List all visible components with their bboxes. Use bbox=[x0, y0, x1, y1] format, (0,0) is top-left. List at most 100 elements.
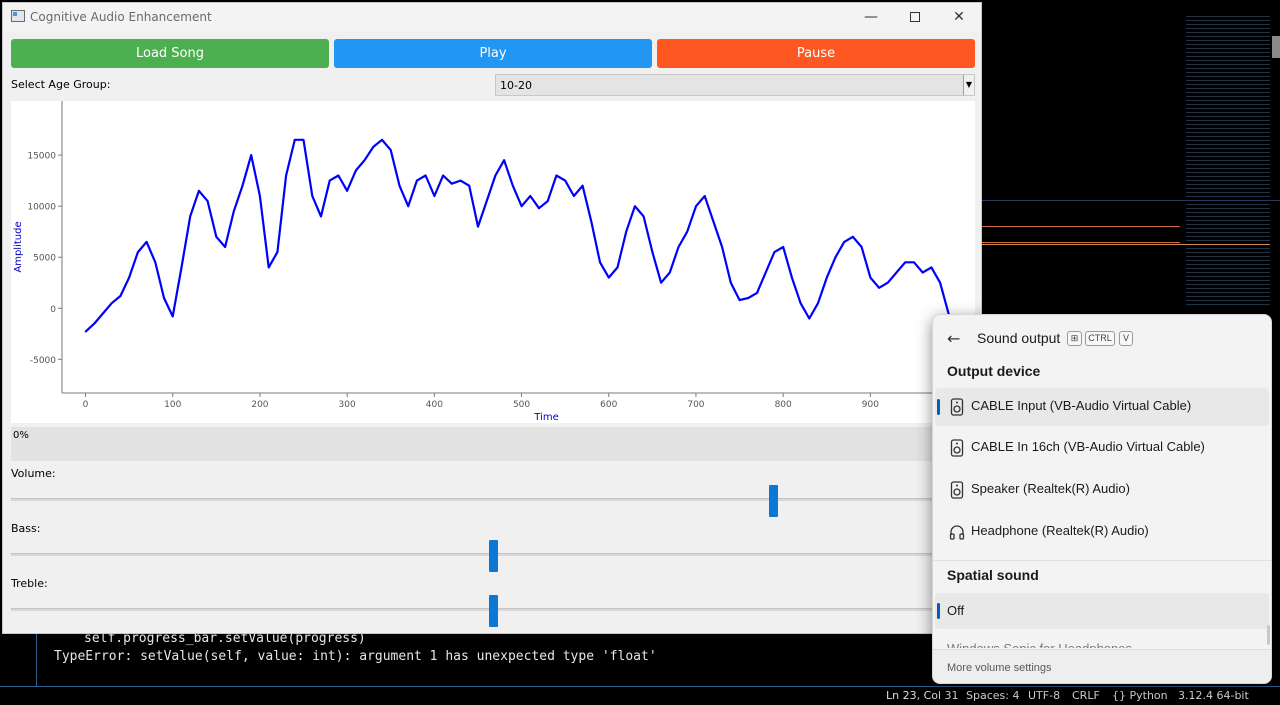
waveform-point bbox=[224, 246, 226, 248]
app-window: Cognitive Audio Enhancement — ✕ Load Son… bbox=[2, 2, 982, 634]
spatial-sound-partial-item[interactable]: Windows Sonic for Headphones bbox=[947, 641, 1132, 648]
app-icon bbox=[11, 10, 25, 22]
waveform-point bbox=[634, 205, 636, 207]
waveform-point bbox=[712, 220, 715, 223]
waveform-point bbox=[703, 195, 706, 197]
waveform-point bbox=[407, 205, 410, 207]
waveform-point bbox=[137, 251, 139, 253]
y-tick-label: 10000 bbox=[27, 203, 56, 213]
waveform-point bbox=[93, 322, 96, 325]
waveform-point bbox=[171, 315, 174, 318]
status-interpreter[interactable]: 3.12.4 64-bit bbox=[1178, 689, 1249, 702]
waveform-point bbox=[834, 256, 837, 258]
waveform-point bbox=[808, 317, 811, 320]
status-language[interactable]: {} Python bbox=[1112, 689, 1168, 702]
chevron-down-icon[interactable]: ▼ bbox=[963, 75, 974, 95]
waveform-point bbox=[328, 179, 331, 182]
terminal-gutter-border bbox=[36, 634, 37, 686]
windows-key-icon: ⊞ bbox=[1067, 331, 1082, 346]
x-tick-label: 500 bbox=[513, 400, 530, 410]
waveform-point bbox=[433, 195, 436, 197]
y-tick-label: 5000 bbox=[33, 254, 56, 264]
device-item-headphone[interactable]: Headphone (Realtek(R) Audio) bbox=[935, 513, 1269, 551]
output-device-heading: Output device bbox=[947, 363, 1041, 379]
title-bar[interactable]: Cognitive Audio Enhancement — ✕ bbox=[3, 3, 981, 31]
device-item-speaker[interactable]: Speaker (Realtek(R) Audio) bbox=[935, 471, 1269, 509]
waveform-point bbox=[241, 184, 244, 187]
waveform-point bbox=[625, 230, 627, 233]
device-label: CABLE Input (VB-Audio Virtual Cable) bbox=[971, 398, 1192, 413]
speaker-icon bbox=[950, 439, 964, 457]
more-volume-settings-link[interactable]: More volume settings bbox=[947, 662, 1052, 674]
waveform-point bbox=[128, 276, 130, 279]
waveform-point bbox=[512, 184, 514, 187]
close-button[interactable]: ✕ bbox=[937, 5, 981, 29]
flyout-title: Sound output bbox=[977, 330, 1061, 346]
waveform-point bbox=[817, 302, 819, 304]
waveform-point bbox=[485, 200, 488, 202]
spatial-sound-off-label: Off bbox=[947, 603, 965, 618]
x-tick-label: 600 bbox=[600, 400, 617, 410]
treble-slider-handle[interactable] bbox=[489, 595, 498, 627]
waveform-point bbox=[686, 230, 688, 233]
status-cursor-position[interactable]: Ln 23, Col 31 bbox=[886, 689, 959, 702]
waveform-point bbox=[730, 281, 732, 284]
x-tick-label: 200 bbox=[251, 400, 268, 410]
waveform-point bbox=[738, 299, 741, 301]
status-encoding[interactable]: UTF-8 bbox=[1028, 689, 1060, 702]
waveform-point bbox=[163, 297, 165, 299]
pause-button[interactable]: Pause bbox=[657, 39, 975, 68]
y-axis-label: Amplitude bbox=[13, 221, 24, 272]
y-tick-label: 0 bbox=[50, 305, 56, 315]
waveform-point bbox=[285, 174, 287, 177]
waveform-chart: -5000 0 5000 10000 15000 0 100 200 300 400 500 600 7… bbox=[13, 101, 975, 423]
waveform-point bbox=[494, 174, 497, 177]
volume-slider-track[interactable] bbox=[11, 498, 975, 501]
waveform-point bbox=[267, 266, 270, 269]
load-song-button[interactable]: Load Song bbox=[11, 39, 329, 68]
waveform-point bbox=[669, 271, 671, 274]
ide-minimap bbox=[1186, 16, 1270, 306]
device-item-cable-16ch[interactable]: CABLE In 16ch (VB-Audio Virtual Cable) bbox=[935, 429, 1269, 467]
ide-ruler-line bbox=[982, 226, 1180, 227]
waveform-point bbox=[529, 195, 532, 197]
x-tick-label: 800 bbox=[775, 400, 792, 410]
minimize-button[interactable]: — bbox=[849, 5, 893, 29]
waveform-point bbox=[451, 182, 453, 185]
maximize-button[interactable] bbox=[893, 5, 937, 29]
waveform-point bbox=[852, 236, 854, 238]
waveform-point bbox=[878, 287, 880, 289]
bass-slider-handle[interactable] bbox=[489, 540, 498, 572]
waveform-point bbox=[860, 246, 863, 248]
waveform-point bbox=[311, 195, 314, 197]
x-tick-label: 700 bbox=[687, 400, 704, 410]
back-arrow-icon[interactable]: ← bbox=[947, 329, 960, 348]
waveform-point bbox=[346, 190, 348, 192]
waveform-point bbox=[372, 146, 375, 148]
waveform-point bbox=[520, 205, 523, 207]
status-eol[interactable]: CRLF bbox=[1072, 689, 1100, 702]
play-button[interactable]: Play bbox=[334, 39, 652, 68]
device-item-cable-input[interactable]: CABLE Input (VB-Audio Virtual Cable) bbox=[935, 388, 1269, 426]
status-indentation[interactable]: Spaces: 4 bbox=[966, 689, 1019, 702]
spatial-sound-off-item[interactable]: Off bbox=[935, 593, 1269, 629]
x-tick-label: 100 bbox=[164, 400, 181, 410]
flyout-scrollbar[interactable] bbox=[1267, 625, 1270, 645]
y-tick-label: -5000 bbox=[30, 356, 56, 366]
volume-slider-handle[interactable] bbox=[768, 485, 778, 517]
waveform-point bbox=[904, 261, 906, 264]
waveform-point bbox=[459, 179, 462, 182]
age-group-select[interactable]: 10-20 ▼ bbox=[495, 74, 975, 96]
waveform-point bbox=[215, 236, 218, 238]
waveform-point bbox=[477, 225, 479, 228]
ide-scrollbar-thumb[interactable] bbox=[1272, 36, 1280, 58]
x-tick-label: 400 bbox=[426, 400, 443, 410]
waveform-point bbox=[791, 276, 793, 279]
v-key-badge: V bbox=[1119, 331, 1133, 346]
waveform-point bbox=[590, 220, 593, 223]
waveform-plot[interactable]: -5000 0 5000 10000 15000 0 100 200 300 400 500 600 7… bbox=[11, 101, 975, 423]
window-title: Cognitive Audio Enhancement bbox=[30, 10, 212, 24]
waveform-point bbox=[389, 149, 392, 151]
waveform-point bbox=[206, 200, 209, 202]
flyout-footer: More volume settings bbox=[933, 649, 1271, 683]
